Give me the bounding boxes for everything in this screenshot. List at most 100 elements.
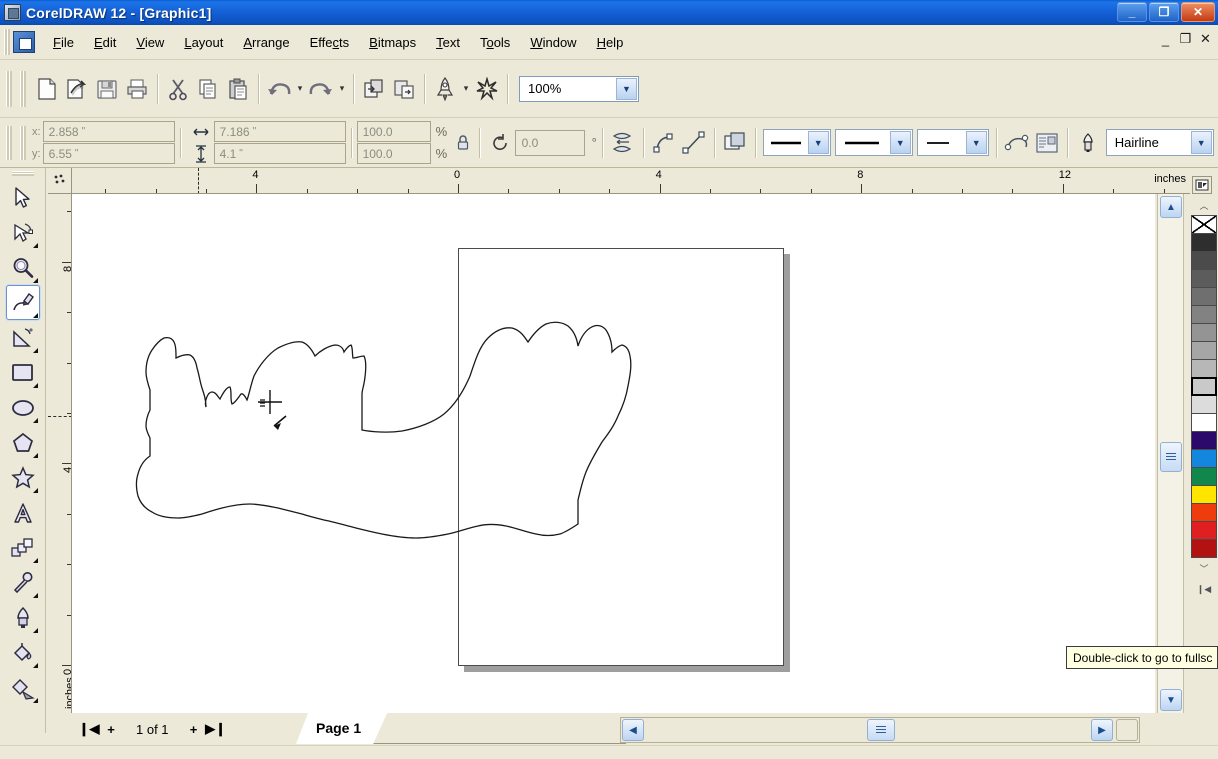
- ellipse-tool-flyout-icon[interactable]: [32, 418, 38, 423]
- freehand-curve-drawing[interactable]: [72, 194, 1155, 713]
- open-document-button[interactable]: [62, 73, 92, 105]
- wrap-paragraph-text-button[interactable]: [720, 127, 750, 159]
- mirror-buttons[interactable]: [608, 127, 638, 159]
- eyedropper-tool-flyout-icon[interactable]: [32, 593, 38, 598]
- cut-button[interactable]: [163, 73, 193, 105]
- shape-tool-flyout-icon[interactable]: [32, 243, 38, 248]
- end-arrowhead-dropdown[interactable]: ▼: [916, 129, 989, 156]
- color-swatch-gray-10[interactable]: [1191, 395, 1217, 414]
- redo-dropdown-button[interactable]: ▾: [336, 73, 348, 105]
- mdi-minimize-button[interactable]: _: [1157, 31, 1174, 47]
- convert-to-line-button[interactable]: [679, 127, 709, 159]
- import-button[interactable]: [359, 73, 389, 105]
- add-page-before-button[interactable]: +: [100, 718, 122, 740]
- palette-options-button[interactable]: [1192, 176, 1212, 194]
- color-swatch-green[interactable]: [1191, 467, 1217, 486]
- menu-item-text[interactable]: Text: [426, 31, 470, 54]
- scale-vertical-field[interactable]: 100.0: [356, 143, 431, 164]
- convert-to-curves-button[interactable]: [649, 127, 679, 159]
- menu-item-bitmaps[interactable]: Bitmaps: [359, 31, 426, 54]
- color-swatch-gray-70[interactable]: [1191, 287, 1217, 306]
- menu-bar-grip[interactable]: [4, 29, 10, 55]
- horizontal-scrollbar[interactable]: ◀ ▶: [620, 717, 1140, 743]
- color-swatch-gray-60[interactable]: [1191, 305, 1217, 324]
- chevron-down-icon[interactable]: ▼: [616, 77, 637, 100]
- smart-drawing-tool[interactable]: [6, 320, 40, 355]
- outline-width-combobox[interactable]: Hairline ▼: [1105, 129, 1214, 156]
- color-swatch-orange-red[interactable]: [1191, 503, 1217, 522]
- first-page-button[interactable]: ❙◀: [78, 718, 100, 740]
- property-bar-grip-1[interactable]: [6, 125, 12, 160]
- shape-tool[interactable]: [6, 215, 40, 250]
- interactive-blend-tool-flyout-icon[interactable]: [32, 558, 38, 563]
- palette-scroll-down-button[interactable]: ﹀: [1192, 558, 1216, 578]
- color-swatch-dark-red[interactable]: [1191, 539, 1217, 558]
- zoom-level-combobox[interactable]: 100% ▼: [519, 75, 639, 102]
- ruler-origin-button[interactable]: [48, 168, 72, 194]
- scale-horizontal-field[interactable]: 100.0: [356, 121, 431, 142]
- outline-width-chevron-icon[interactable]: ▼: [1190, 131, 1212, 154]
- vertical-scroll-thumb[interactable]: [1160, 442, 1182, 472]
- auto-close-curve-button[interactable]: [1002, 127, 1032, 159]
- object-width-field[interactable]: 7.186 ": [213, 121, 346, 142]
- close-button[interactable]: ✕: [1181, 2, 1215, 22]
- rectangle-tool[interactable]: [6, 355, 40, 390]
- menu-item-layout[interactable]: Layout: [174, 31, 233, 54]
- freehand-tool-flyout-icon[interactable]: [32, 313, 38, 318]
- palette-home-button[interactable]: ❙◀: [1192, 579, 1216, 599]
- toolbar-grip-1[interactable]: [6, 70, 12, 107]
- menu-item-edit[interactable]: Edit: [84, 31, 126, 54]
- vertical-scrollbar[interactable]: ▲ ▼: [1157, 194, 1183, 713]
- pick-tool[interactable]: [6, 180, 40, 215]
- color-swatch-dark-purple[interactable]: [1191, 431, 1217, 450]
- new-document-button[interactable]: [32, 73, 62, 105]
- palette-scroll-up-button[interactable]: ︿: [1192, 195, 1216, 215]
- undo-dropdown-button[interactable]: ▾: [294, 73, 306, 105]
- mdi-restore-button[interactable]: ❐: [1177, 31, 1194, 47]
- color-swatch-yellow[interactable]: [1191, 485, 1217, 504]
- color-palette[interactable]: ︿ ﹀ ❙◀: [1190, 194, 1218, 713]
- add-page-after-button[interactable]: +: [183, 718, 205, 740]
- polygon-tool[interactable]: [6, 425, 40, 460]
- print-document-button[interactable]: [122, 73, 152, 105]
- menu-item-help[interactable]: Help: [587, 31, 634, 54]
- fill-tool[interactable]: [6, 635, 40, 670]
- vertical-ruler[interactable]: 0 4 8 inches: [48, 194, 72, 713]
- docker-strip[interactable]: [1183, 194, 1190, 713]
- menu-item-effects[interactable]: Effects: [300, 31, 360, 54]
- color-swatch-gray-90[interactable]: [1191, 251, 1217, 270]
- copy-button[interactable]: [193, 73, 223, 105]
- color-swatch-no-color[interactable]: [1191, 215, 1217, 234]
- mdi-close-button[interactable]: ✕: [1197, 31, 1214, 47]
- redo-button[interactable]: [306, 73, 336, 105]
- menu-item-tools[interactable]: Tools: [470, 31, 520, 54]
- property-bar-grip-2[interactable]: [20, 125, 26, 160]
- scroll-up-button[interactable]: ▲: [1160, 196, 1182, 218]
- object-height-field[interactable]: 4.1 ": [213, 143, 346, 164]
- color-swatch-white[interactable]: [1191, 413, 1217, 432]
- start-arrowhead-chevron-icon[interactable]: ▼: [889, 131, 911, 154]
- color-swatch-red[interactable]: [1191, 521, 1217, 540]
- toolbar-grip-2[interactable]: [20, 70, 26, 107]
- color-swatch-black[interactable]: [1191, 233, 1217, 252]
- basic-shapes-tool-flyout-icon[interactable]: [32, 488, 38, 493]
- last-page-button[interactable]: ▶❙: [205, 718, 227, 740]
- start-arrowhead-dropdown[interactable]: ▼: [834, 129, 913, 156]
- polygon-tool-flyout-icon[interactable]: [32, 453, 38, 458]
- corel-online-button[interactable]: [472, 73, 502, 105]
- color-swatch-gray-30[interactable]: [1191, 359, 1217, 378]
- text-tool[interactable]: [6, 495, 40, 530]
- y-position-field[interactable]: 6.55 ": [42, 143, 175, 164]
- outline-tool-flyout-icon[interactable]: [32, 628, 38, 633]
- lock-ratio-button[interactable]: [452, 131, 474, 155]
- fit-page-button[interactable]: [1116, 719, 1138, 741]
- color-swatch-gray-80[interactable]: [1191, 269, 1217, 288]
- fill-tool-flyout-icon[interactable]: [32, 663, 38, 668]
- undo-button[interactable]: [264, 73, 294, 105]
- toolbox-grip[interactable]: [11, 171, 34, 176]
- interactive-fill-tool-flyout-icon[interactable]: [32, 698, 38, 703]
- menu-item-arrange[interactable]: Arrange: [233, 31, 299, 54]
- freehand-tool[interactable]: [5, 285, 40, 320]
- interactive-blend-tool[interactable]: [6, 530, 40, 565]
- color-swatch-gray-50[interactable]: [1191, 323, 1217, 342]
